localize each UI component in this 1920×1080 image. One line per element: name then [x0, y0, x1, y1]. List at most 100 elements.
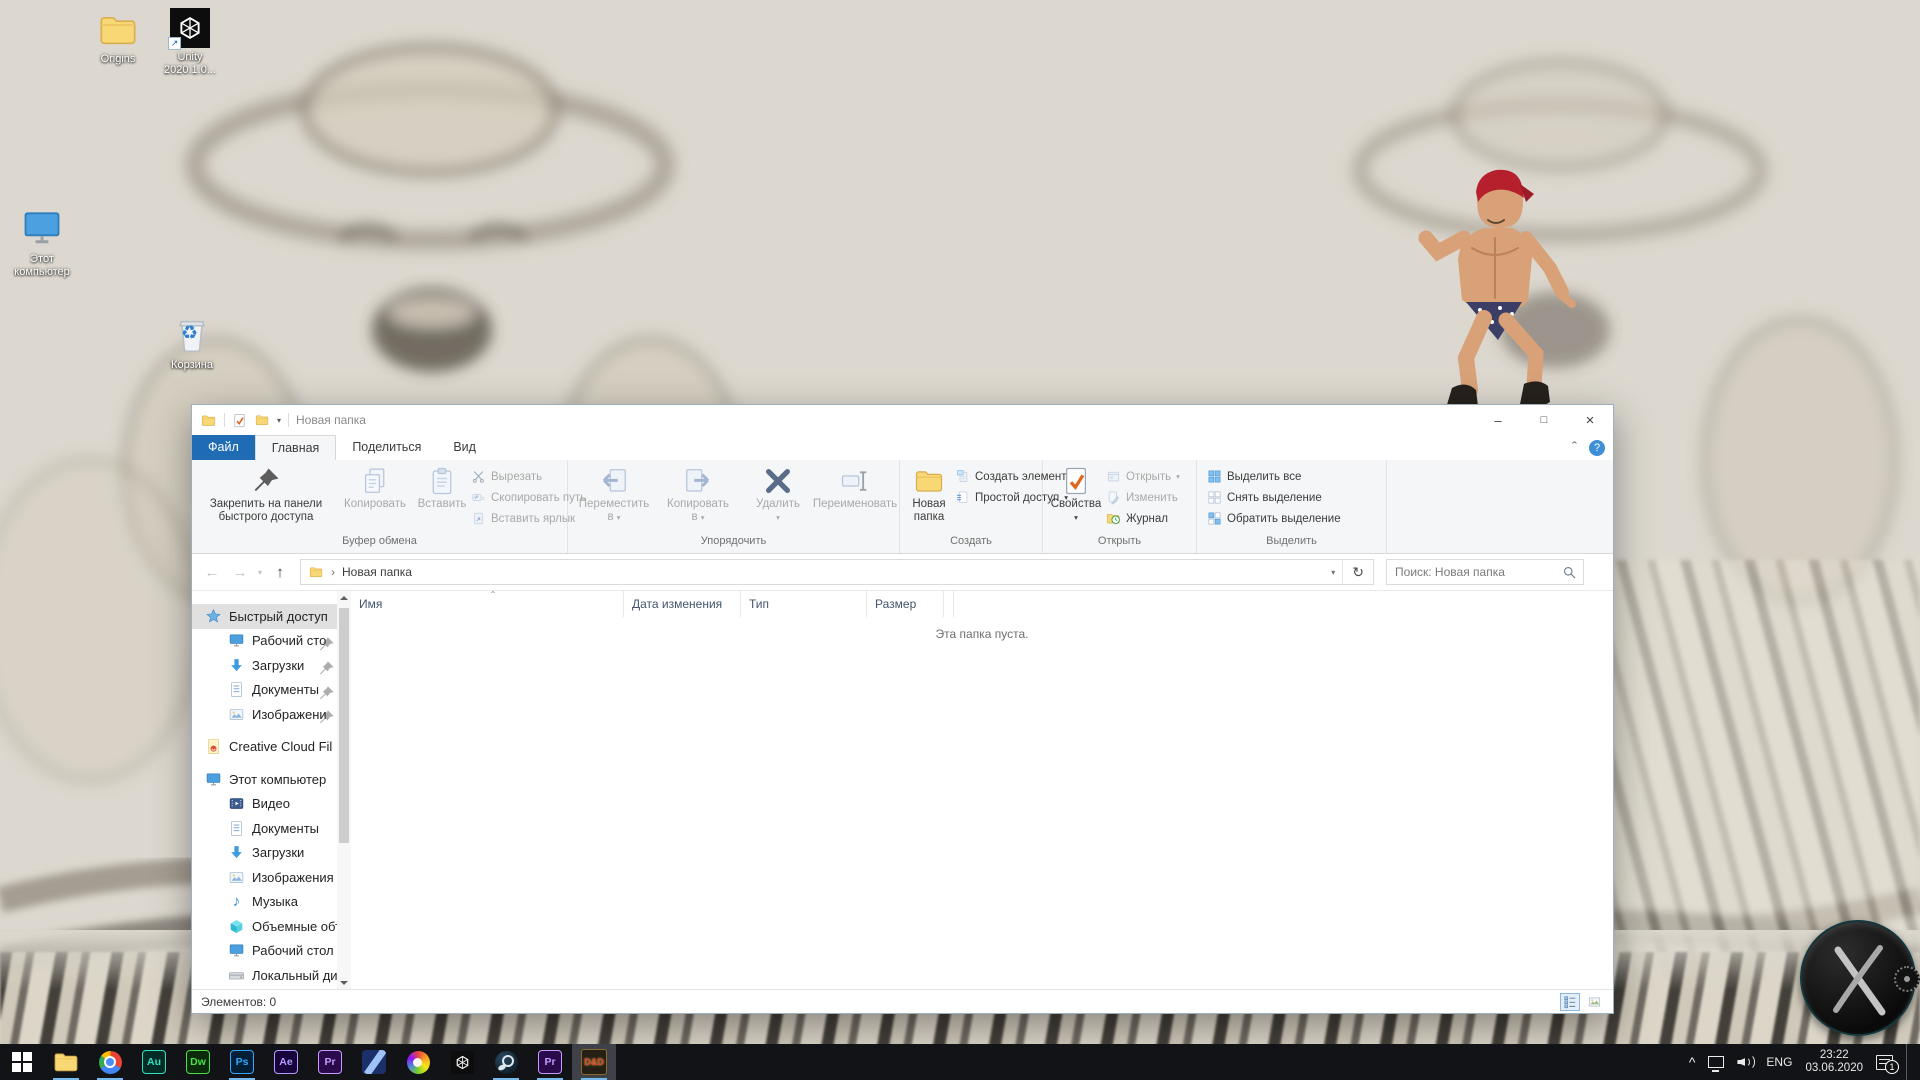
scroll-down-icon[interactable] [340, 981, 348, 985]
address-bar[interactable]: Новая папка [300, 559, 1374, 585]
sidebar-item-quick-access[interactable]: Быстрый доступ [192, 604, 337, 629]
qat-customize-chevron-icon[interactable] [277, 416, 281, 425]
computer-icon [19, 206, 65, 250]
collapse-ribbon-icon[interactable] [1572, 439, 1577, 456]
select-none-button[interactable]: Снять выделение [1207, 487, 1341, 508]
properties-button[interactable]: Свойства [1046, 465, 1106, 525]
column-header-name[interactable]: Имя [351, 591, 624, 617]
sidebar-item-videos[interactable]: Видео [192, 792, 351, 817]
delete-button[interactable]: Удалить [747, 465, 809, 525]
hidden-icons-chevron-icon[interactable] [1689, 1054, 1696, 1070]
taskbar-premiere-2[interactable]: Pr [528, 1044, 572, 1080]
tab-home[interactable]: Главная [255, 435, 337, 460]
sidebar-item-documents[interactable]: Документы [192, 816, 351, 841]
new-folder-button[interactable]: Новая папка [903, 465, 955, 525]
sidebar-item-pictures[interactable]: Изображения [192, 865, 351, 890]
invert-selection-button[interactable]: Обратить выделение [1207, 508, 1341, 529]
open-button[interactable]: Открыть [1106, 466, 1180, 487]
taskbar-chrome[interactable] [88, 1044, 132, 1080]
taskbar-palette-app[interactable] [396, 1044, 440, 1080]
column-header-size[interactable]: Размер [867, 591, 944, 617]
pin-to-quick-access-button[interactable]: Закрепить на панели быстрого доступа [195, 465, 337, 525]
file-list-pane[interactable]: Имя Дата изменения Тип Размер Эта папка … [351, 591, 1613, 990]
desktop-icon-this-pc[interactable]: Этот компьютер [2, 206, 82, 279]
button-label: Выделить все [1227, 471, 1301, 483]
show-desktop-button[interactable] [1906, 1044, 1912, 1080]
taskbar-unity[interactable] [440, 1044, 484, 1080]
qat-properties-icon[interactable] [232, 413, 247, 428]
scrollbar-thumb[interactable] [339, 608, 349, 843]
sidebar-item-this-pc[interactable]: Этот компьютер [192, 767, 351, 792]
paste-button[interactable]: Вставить [413, 465, 471, 512]
sidebar-item-pictures-pinned[interactable]: Изображени [192, 702, 351, 727]
breadcrumb[interactable]: Новая папка [342, 565, 412, 579]
taskbar-file-explorer[interactable] [44, 1044, 88, 1080]
sidebar-item-creative-cloud[interactable]: Creative Cloud Fil [192, 735, 351, 760]
taskbar-steam[interactable] [484, 1044, 528, 1080]
pictures-icon [228, 869, 245, 886]
clock[interactable]: 23:22 03.06.2020 [1805, 1049, 1863, 1076]
column-header-date[interactable]: Дата изменения [624, 591, 741, 617]
action-center-icon[interactable]: 1 [1876, 1055, 1893, 1070]
taskbar-after-effects[interactable]: Ae [264, 1044, 308, 1080]
forward-button[interactable] [228, 564, 252, 581]
taskbar-premiere[interactable]: Pr [308, 1044, 352, 1080]
copy-to-button[interactable]: Копировать в [657, 465, 739, 525]
qat-new-folder-icon[interactable] [254, 413, 270, 427]
search-icon[interactable] [1562, 565, 1577, 580]
taskbar-dreamweaver[interactable]: Dw [176, 1044, 220, 1080]
desktop-icon-unity[interactable]: Unity 2020.1.0... [155, 8, 225, 77]
sidebar-item-downloads[interactable]: Загрузки [192, 841, 351, 866]
details-view-button[interactable] [1560, 993, 1580, 1011]
search-box[interactable] [1386, 559, 1584, 585]
x-desktop-widget[interactable] [1800, 920, 1916, 1036]
taskbar-audition[interactable]: Au [132, 1044, 176, 1080]
taskbar-photoshop[interactable]: Ps [220, 1044, 264, 1080]
move-to-button[interactable]: Переместить в [571, 465, 657, 525]
photoshop-icon: Ps [230, 1050, 254, 1074]
sidebar-item-local-disk-c[interactable]: Локальный дис [192, 963, 351, 988]
tab-view[interactable]: Вид [437, 435, 492, 460]
explorer-folder-icon [53, 1049, 79, 1075]
select-all-button[interactable]: Выделить все [1207, 466, 1341, 487]
download-icon [228, 657, 245, 674]
group-label-clipboard: Буфер обмена [192, 535, 567, 553]
widget-settings-gear-icon[interactable] [1894, 966, 1920, 992]
copy-button[interactable]: Копировать [337, 465, 413, 512]
close-button[interactable] [1567, 405, 1613, 435]
sidebar-scrollbar[interactable] [337, 591, 351, 990]
minimize-button[interactable] [1475, 405, 1521, 435]
rename-button[interactable]: Переименовать [809, 465, 901, 512]
sidebar-item-downloads-pinned[interactable]: Загрузки [192, 653, 351, 678]
sidebar-item-3d-objects[interactable]: Объемные объ [192, 914, 351, 939]
language-indicator[interactable]: ENG [1766, 1055, 1792, 1069]
maximize-button[interactable] [1521, 405, 1567, 435]
network-icon[interactable] [1708, 1056, 1724, 1068]
history-button[interactable]: Журнал [1106, 508, 1180, 529]
desktop-icon-origins[interactable]: Origins [78, 10, 158, 66]
title-bar[interactable]: Новая папка [192, 405, 1613, 435]
sidebar-item-desktop-pinned[interactable]: Рабочий сто [192, 629, 351, 654]
up-button[interactable] [268, 564, 292, 581]
search-input[interactable] [1387, 560, 1583, 584]
refresh-icon[interactable] [1350, 564, 1366, 581]
taskbar-dnd-active[interactable]: D&D [572, 1044, 616, 1080]
sidebar-item-desktop[interactable]: Рабочий стол [192, 939, 351, 964]
scroll-up-icon[interactable] [340, 596, 348, 600]
taskbar-adobe-app[interactable] [352, 1044, 396, 1080]
properties-icon [1061, 466, 1091, 496]
help-icon[interactable] [1589, 440, 1605, 456]
recent-locations-chevron-icon[interactable] [258, 568, 262, 577]
column-header-type[interactable]: Тип [741, 591, 867, 617]
address-dropdown-chevron-icon[interactable] [1331, 568, 1335, 577]
sidebar-item-music[interactable]: ♪ Музыка [192, 890, 351, 915]
tab-share[interactable]: Поделиться [336, 435, 437, 460]
edit-button[interactable]: Изменить [1106, 487, 1180, 508]
desktop-icon-recycle-bin[interactable]: Корзина [152, 312, 232, 372]
sidebar-item-documents-pinned[interactable]: Документы [192, 678, 351, 703]
tab-file[interactable]: Файл [192, 435, 255, 460]
thumbnails-view-button[interactable] [1584, 993, 1604, 1011]
volume-icon[interactable] [1737, 1055, 1753, 1069]
back-button[interactable] [200, 564, 224, 581]
start-button[interactable] [0, 1044, 44, 1080]
